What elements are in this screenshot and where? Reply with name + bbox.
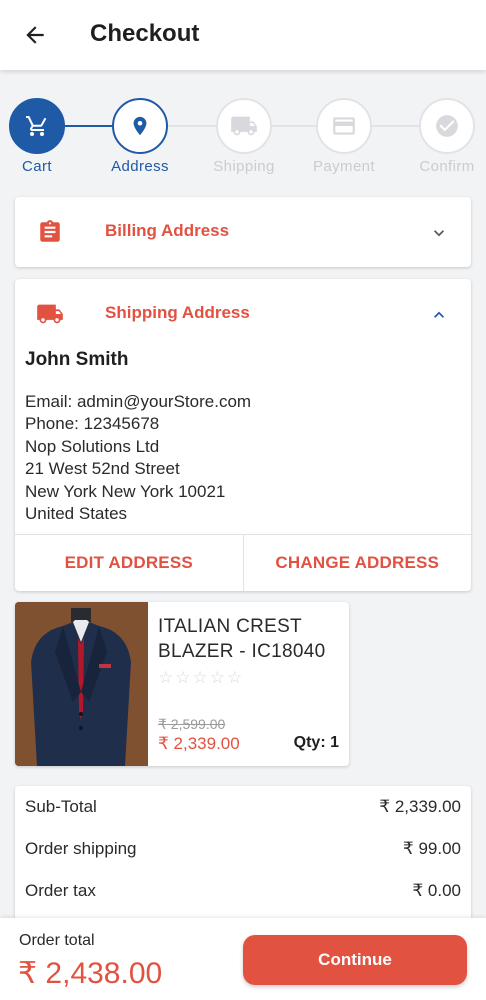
summary-label: Order shipping [25,839,137,858]
product-quantity: Qty: 1 [293,734,339,751]
clipboard-icon [40,220,60,242]
step-address[interactable]: Address [95,98,185,175]
star-icon: ☆ [227,668,245,687]
edit-address-button[interactable]: EDIT ADDRESS [15,535,243,591]
truck-icon [231,116,257,136]
step-label: Shipping [213,158,275,175]
summary-row-subtotal: Sub-Total ₹ 2,339.00 [25,797,461,827]
star-icon: ☆ [158,668,176,687]
step-label: Payment [313,158,375,175]
address-line: Nop Solutions Ltd [25,436,160,456]
summary-value: ₹ 0.00 [412,881,461,900]
summary-label: Sub-Total [25,797,97,816]
summary-value: ₹ 99.00 [402,839,461,858]
chevron-up-icon[interactable] [429,305,449,325]
truck-icon [37,304,63,324]
cart-icon [26,116,47,136]
product-name: ITALIAN CREST BLAZER - IC18040 [158,616,326,662]
step-confirm[interactable]: Confirm [402,98,486,175]
check-circle-icon [436,115,458,137]
order-total-value: ₹ 2,438.00 [18,957,163,990]
step-label: Confirm [419,158,475,175]
back-button[interactable] [18,18,52,52]
summary-row-shipping: Order shipping ₹ 99.00 [25,839,461,869]
step-label: Cart [22,158,52,175]
rating-stars: ☆☆☆☆☆ [158,668,244,688]
location-pin-icon [133,116,147,136]
product-image [15,602,148,766]
checkout-footer: Order total ₹ 2,438.00 Continue [0,918,486,1000]
order-total-label: Order total [19,932,95,949]
continue-button[interactable]: Continue [243,935,467,985]
product-price: ₹ 2,339.00 [158,734,240,753]
step-label: Address [111,158,169,175]
star-icon: ☆ [175,668,193,687]
step-shipping[interactable]: Shipping [199,98,289,175]
product-old-price: ₹ 2,599.00 [158,716,226,732]
shipping-address-header[interactable]: Shipping Address [15,279,471,349]
credit-card-icon [333,117,355,135]
star-icon: ☆ [192,668,210,687]
change-address-button[interactable]: CHANGE ADDRESS [242,535,472,591]
address-line: United States [25,504,128,524]
step-payment[interactable]: Payment [299,98,389,175]
address-line: 21 West 52nd Street [25,459,180,479]
checkout-stepper: Cart Address Shipping Payment Confirm [0,90,486,185]
billing-address-section[interactable]: Billing Address [15,197,471,267]
shipping-address-title: Shipping Address [105,303,250,322]
summary-value: ₹ 2,339.00 [379,797,461,816]
step-cart[interactable]: Cart [0,98,82,175]
page-title: Checkout [90,20,200,47]
app-bar: Checkout [0,0,486,70]
shipping-address-section: Shipping Address John Smith Email: admin… [15,279,471,591]
address-actions: EDIT ADDRESS CHANGE ADDRESS [15,534,471,591]
shipping-address-lines: Email: admin@yourStore.com Phone: 123456… [25,391,251,525]
shipping-name: John Smith [25,349,129,370]
billing-address-title: Billing Address [105,221,230,240]
product-card[interactable]: ITALIAN CREST BLAZER - IC18040 ☆☆☆☆☆ ₹ 2… [15,602,349,766]
summary-row-tax: Order tax ₹ 0.00 [25,881,461,911]
blazer-image [15,602,148,766]
chevron-down-icon[interactable] [429,223,449,243]
address-line: Phone: 12345678 [25,414,160,434]
address-line: Email: admin@yourStore.com [25,392,252,411]
summary-label: Order tax [25,881,96,900]
address-line: New York New York 10021 [25,481,226,501]
arrow-left-icon [26,26,44,44]
star-icon: ☆ [209,668,227,687]
